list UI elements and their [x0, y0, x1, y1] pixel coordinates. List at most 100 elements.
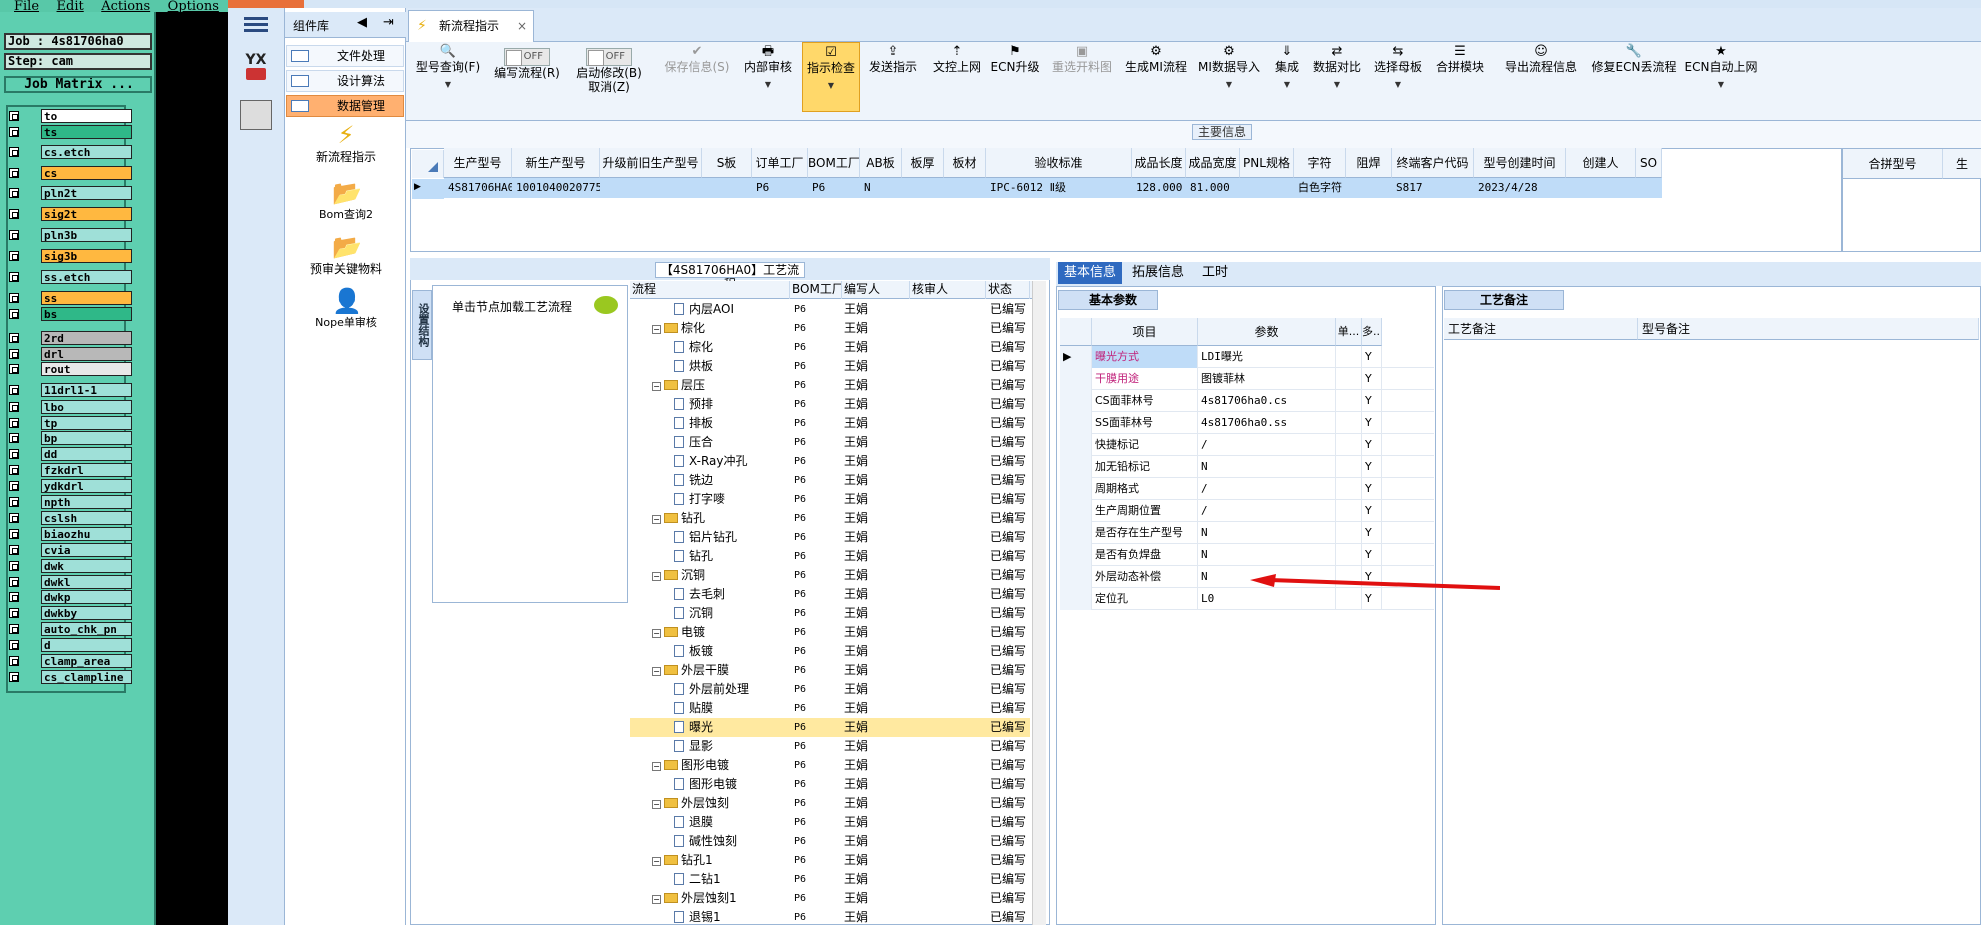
tree-node[interactable]: 铝片钻孔: [674, 528, 790, 547]
param-row[interactable]: ▶ 曝光方式 LDI曝光 Y: [1060, 346, 1434, 368]
param-row[interactable]: 生产周期位置 / Y: [1060, 500, 1434, 522]
grid-header-cell[interactable]: PNL规格: [1240, 148, 1294, 178]
tree-row[interactable]: − 层压 P6 王娟 已编写: [630, 376, 1030, 395]
menu-actions[interactable]: Actions: [101, 0, 150, 12]
grid-header-cell[interactable]: 板厚: [902, 148, 944, 178]
grid-header-cell[interactable]: 阻焊: [1346, 148, 1392, 178]
bom-query-item[interactable]: 📂 Bom查询2: [290, 180, 402, 222]
grid-cell[interactable]: P6: [752, 178, 808, 198]
collapse-toggle-icon[interactable]: −: [652, 667, 661, 676]
layer-checkbox[interactable]: [9, 672, 19, 682]
layer-checkbox[interactable]: [9, 497, 19, 507]
tab-new-process-instruction[interactable]: ⚡ 新流程指示 ×: [408, 10, 534, 42]
comp-item-design-algorithm[interactable]: 设计算法: [286, 70, 404, 92]
collapse-toggle-icon[interactable]: −: [652, 800, 661, 809]
grid-header-cell[interactable]: AB板: [860, 148, 902, 178]
layer-row[interactable]: cvia: [9, 543, 132, 557]
tab-extended-info[interactable]: 拓展信息: [1126, 262, 1190, 284]
tree-row[interactable]: 铝片钻孔 P6 王娟 已编写: [630, 528, 1030, 547]
collapse-toggle-icon[interactable]: −: [652, 895, 661, 904]
layer-row[interactable]: ss.etch: [9, 270, 132, 284]
dropdown-arrow-icon[interactable]: ▼: [1310, 80, 1364, 89]
grid-cell[interactable]: 4S81706HA0: [444, 178, 512, 198]
layer-row[interactable]: clamp_area: [9, 654, 132, 668]
layer-checkbox[interactable]: [9, 529, 19, 539]
grid-cell[interactable]: 128.000: [1132, 178, 1186, 198]
tree-node[interactable]: 棕化: [674, 338, 790, 357]
layer-checkbox[interactable]: [9, 608, 19, 618]
layer-row[interactable]: rout: [9, 362, 132, 376]
tree-row[interactable]: 去毛刺 P6 王娟 已编写: [630, 585, 1030, 604]
grid-cell[interactable]: N: [860, 178, 902, 198]
layer-checkbox[interactable]: [9, 449, 19, 459]
layer-checkbox[interactable]: [9, 402, 19, 412]
layer-row[interactable]: bp: [9, 431, 132, 445]
layer-checkbox[interactable]: [9, 168, 19, 178]
layer-row[interactable]: tp: [9, 416, 132, 430]
layer-checkbox[interactable]: [9, 364, 19, 374]
layer-checkbox[interactable]: [9, 111, 19, 121]
layer-row[interactable]: drl: [9, 347, 132, 361]
collapse-toggle-icon[interactable]: −: [652, 762, 661, 771]
ribbon-button[interactable]: ⚑ ECN升级: [990, 42, 1040, 112]
ribbon-label-secondary[interactable]: 取消(Z): [570, 80, 648, 94]
tab-work-hours[interactable]: 工时: [1196, 262, 1234, 284]
grid-cell[interactable]: [702, 178, 752, 198]
layer-row[interactable]: ts: [9, 125, 132, 139]
grid-header-cell[interactable]: 生产型号: [444, 148, 512, 178]
dropdown-arrow-icon[interactable]: ▼: [1370, 80, 1426, 89]
tree-node[interactable]: 二钻1: [674, 870, 790, 889]
tree-row[interactable]: 排板 P6 王娟 已编写: [630, 414, 1030, 433]
grid-header-cell[interactable]: 订单工厂: [752, 148, 808, 178]
tree-row[interactable]: 钻孔 P6 王娟 已编写: [630, 547, 1030, 566]
menu-options[interactable]: Options: [168, 0, 219, 12]
menu-edit[interactable]: Edit: [57, 0, 84, 12]
tree-node[interactable]: 烘板: [674, 357, 790, 376]
collapse-toggle-icon[interactable]: −: [652, 857, 661, 866]
param-row[interactable]: SS面菲林号 4s81706ha0.ss Y: [1060, 412, 1434, 434]
grid-header-cell[interactable]: S板: [702, 148, 752, 178]
layer-row[interactable]: 11drl1-1: [9, 383, 132, 397]
ribbon-button[interactable]: 🔍 型号查询(F) ▼: [412, 42, 484, 112]
layer-row[interactable]: biaozhu: [9, 527, 132, 541]
param-value[interactable]: 4s81706ha0.cs: [1198, 390, 1336, 412]
new-process-instruction-item[interactable]: ⚡ 新流程指示: [290, 122, 402, 165]
tree-node[interactable]: 图形电镀: [674, 775, 790, 794]
layer-row[interactable]: cs: [9, 166, 132, 180]
ribbon-button[interactable]: ⇄ 数据对比 ▼: [1310, 42, 1364, 112]
tree-row[interactable]: 曝光 P6 王娟 已编写: [630, 718, 1030, 737]
grid-header-cell[interactable]: 板材: [944, 148, 986, 178]
ribbon-button[interactable]: ⇪ 发送指示: [864, 42, 922, 112]
tree-node[interactable]: 压合: [674, 433, 790, 452]
grid-header-cell[interactable]: 终端客户代码: [1392, 148, 1474, 178]
layer-row[interactable]: auto_chk_pn: [9, 622, 132, 636]
layer-checkbox[interactable]: [9, 209, 19, 219]
param-value[interactable]: /: [1198, 478, 1336, 500]
ribbon-button[interactable]: ⇓ 集成 ▼: [1270, 42, 1304, 112]
layer-row[interactable]: lbo: [9, 400, 132, 414]
tree-row[interactable]: 显影 P6 王娟 已编写: [630, 737, 1030, 756]
layer-checkbox[interactable]: [9, 230, 19, 240]
dropdown-arrow-icon[interactable]: ▼: [740, 80, 796, 89]
collapse-toggle-icon[interactable]: −: [652, 382, 661, 391]
grid-header-cell[interactable]: 升级前旧生产型号: [600, 148, 702, 178]
layer-row[interactable]: to: [9, 109, 132, 123]
tree-row[interactable]: − 图形电镀 P6 王娟 已编写: [630, 756, 1030, 775]
grid-cell[interactable]: IPC-6012 Ⅱ级: [986, 178, 1132, 198]
tree-node[interactable]: − 沉铜: [652, 566, 790, 585]
grid-cell[interactable]: [1566, 178, 1636, 198]
tree-node[interactable]: 显影: [674, 737, 790, 756]
param-row[interactable]: 加无铅标记 N Y: [1060, 456, 1434, 478]
ribbon-button[interactable]: ⇡ 文控上网: [930, 42, 984, 112]
job-matrix-button[interactable]: Job Matrix ...: [4, 76, 152, 93]
grid-cell[interactable]: 白色字符: [1294, 178, 1346, 198]
tree-node[interactable]: 退锡1: [674, 908, 790, 927]
tree-scrollbar[interactable]: [1032, 281, 1046, 925]
grid-cell[interactable]: [944, 178, 986, 198]
tree-node[interactable]: 退膜: [674, 813, 790, 832]
menu-file[interactable]: File: [14, 0, 39, 12]
param-value[interactable]: /: [1198, 434, 1336, 456]
tree-row[interactable]: − 外层干膜 P6 王娟 已编写: [630, 661, 1030, 680]
ribbon-button[interactable]: ☺ 导出流程信息: [1498, 42, 1584, 112]
grid-header-cell[interactable]: 型号创建时间: [1474, 148, 1566, 178]
